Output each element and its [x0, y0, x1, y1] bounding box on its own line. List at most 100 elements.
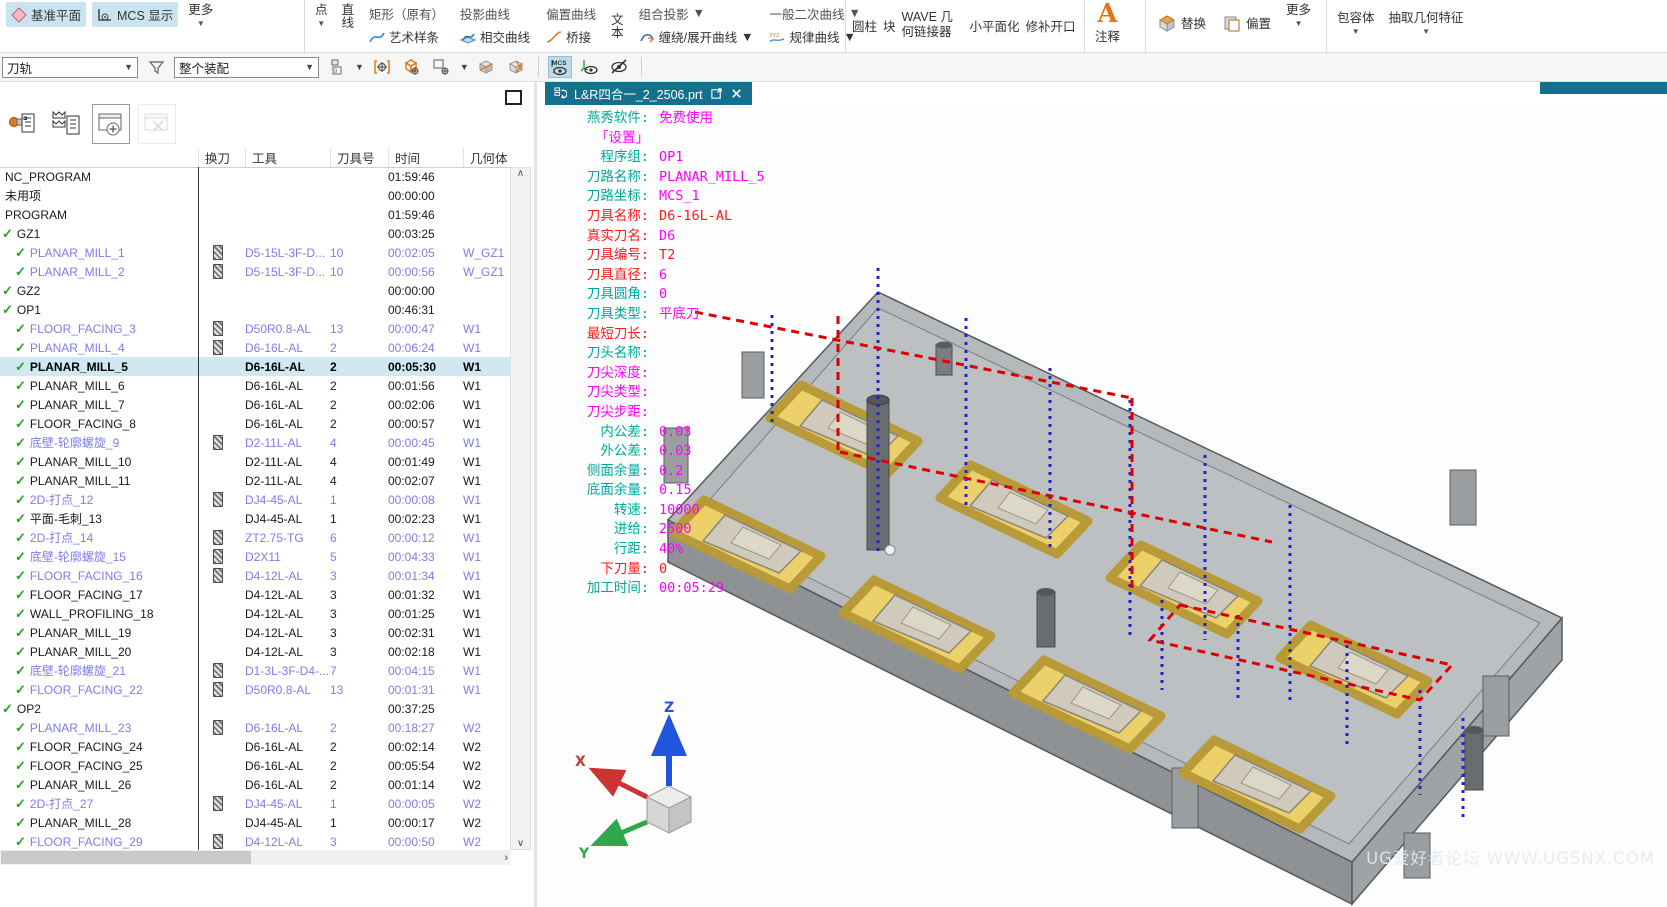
offset-region-button[interactable]: 偏置: [1217, 10, 1276, 35]
expand-dialog-button[interactable]: [92, 104, 130, 144]
chevron-down-icon[interactable]: ▼: [460, 62, 469, 72]
path-display-filter-combo[interactable]: 刀轨▼: [2, 57, 138, 78]
program-order-view-button[interactable]: [48, 104, 84, 142]
operation-name-cell[interactable]: ✓ FLOOR_FACING_3: [0, 321, 198, 337]
operation-row[interactable]: ✓ PLANAR_MILL_7 D6-16L-AL 2 00:02:06 W1: [0, 395, 510, 414]
hide-button[interactable]: [608, 56, 632, 78]
operation-row[interactable]: ✓ 2D-打点_27 DJ4-45-AL 1 00:00:05 W2: [0, 794, 510, 813]
operation-name-cell[interactable]: ✓ 底壁-轮廓螺旋_15: [0, 548, 198, 565]
geometry-column-header[interactable]: 几何体: [463, 148, 510, 167]
operation-row[interactable]: ✓ PLANAR_MILL_11 D2-11L-AL 4 00:02:07 W1: [0, 471, 510, 490]
scroll-right-icon[interactable]: ›: [504, 852, 508, 864]
show-csys-button[interactable]: [578, 56, 602, 78]
operation-name-cell[interactable]: ✓ 底壁-轮廓螺旋_9: [0, 434, 198, 451]
name-column-header[interactable]: [0, 148, 198, 167]
selection-scope-combo[interactable]: 整个装配▼: [174, 57, 319, 78]
enable-snap-button[interactable]: [370, 56, 394, 78]
replace-face-button[interactable]: 替换: [1152, 10, 1211, 35]
operation-row[interactable]: ✓ PLANAR_MILL_5 D6-16L-AL 2 00:05:30 W1: [0, 357, 510, 376]
sync-more-button[interactable]: 更多▼: [1282, 2, 1315, 32]
filter-reset-button[interactable]: [144, 56, 168, 78]
operation-row[interactable]: ✓ PLANAR_MILL_10 D2-11L-AL 4 00:01:49 W1: [0, 452, 510, 471]
operation-row[interactable]: ✓ FLOOR_FACING_17 D4-12L-AL 3 00:01:32 W…: [0, 585, 510, 604]
point-on-face-button[interactable]: [430, 56, 454, 78]
scroll-down-icon[interactable]: ∨: [517, 838, 524, 849]
operation-name-cell[interactable]: ✓ 2D-打点_27: [0, 795, 198, 812]
operation-name-cell[interactable]: ✓ FLOOR_FACING_22: [0, 682, 198, 698]
operation-name-cell[interactable]: ✓ GZ1: [0, 226, 198, 242]
intersect-curve-button[interactable]: 相交曲线: [455, 24, 535, 49]
operation-row[interactable]: ✓ WALL_PROFILING_18 D4-12L-AL 3 00:01:25…: [0, 604, 510, 623]
operation-name-cell[interactable]: ✓ OP2: [0, 701, 198, 717]
shaded-view-button[interactable]: [475, 56, 499, 78]
vertical-scrollbar[interactable]: ∧∨: [510, 167, 531, 850]
operation-row[interactable]: ✓ FLOOR_FACING_3 D50R0.8-AL 13 00:00:47 …: [0, 319, 510, 338]
operation-row[interactable]: ✓ GZ1 00:03:25: [0, 224, 510, 243]
operation-name-cell[interactable]: ✓ 2D-打点_14: [0, 529, 198, 546]
wave-linker-button[interactable]: WAVE 几何链接器: [902, 2, 964, 40]
operation-name-cell[interactable]: ✓ PLANAR_MILL_28: [0, 815, 198, 831]
operation-name-cell[interactable]: ✓ PLANAR_MILL_2: [0, 264, 198, 280]
patch-opening-button[interactable]: 修补开口: [1026, 2, 1076, 35]
close-dialog-button[interactable]: [138, 104, 176, 144]
operation-row[interactable]: ✓ OP2 00:37:25: [0, 699, 510, 718]
facet-button[interactable]: 小平面化: [970, 2, 1020, 35]
show-mcs-button[interactable]: MCS: [548, 56, 572, 78]
bounding-body-button[interactable]: 包容体▼: [1333, 10, 1379, 40]
block-button[interactable]: 块: [883, 2, 896, 35]
scroll-up-icon[interactable]: ∧: [517, 168, 524, 179]
operation-name-cell[interactable]: ✓ FLOOR_FACING_17: [0, 587, 198, 603]
scrollbar-thumb[interactable]: [1, 851, 251, 864]
operation-name-cell[interactable]: ✓ FLOOR_FACING_24: [0, 739, 198, 755]
operation-name-cell[interactable]: ✓ 底壁-轮廓螺旋_21: [0, 662, 198, 679]
operation-name-cell[interactable]: ✓ OP1: [0, 302, 198, 318]
operation-row[interactable]: ✓ PLANAR_MILL_2 D5-15L-3F-D... 10 00:00:…: [0, 262, 510, 281]
operation-row[interactable]: ✓ PLANAR_MILL_26 D6-16L-AL 2 00:01:14 W2: [0, 775, 510, 794]
snap-point-button[interactable]: 9: [325, 56, 349, 78]
operation-row[interactable]: ✓ FLOOR_FACING_29 D4-12L-AL 3 00:00:50 W…: [0, 832, 510, 851]
wcs-dynamics-button[interactable]: [400, 56, 424, 78]
operation-row[interactable]: ✓ 底壁-轮廓螺旋_15 D2X11 5 00:04:33 W1: [0, 547, 510, 566]
studio-spline-button[interactable]: 艺术样条: [364, 24, 449, 49]
operation-name-cell[interactable]: ✓ PLANAR_MILL_1: [0, 245, 198, 261]
rect-legacy-button[interactable]: 矩形（原有）: [364, 2, 449, 24]
operation-row[interactable]: ✓ 底壁-轮廓螺旋_9 D2-11L-AL 4 00:00:45 W1: [0, 433, 510, 452]
navigator-window-button[interactable]: [505, 90, 522, 105]
chevron-down-icon[interactable]: ▼: [355, 62, 364, 72]
operation-name-cell[interactable]: ✓ PLANAR_MILL_10: [0, 454, 198, 470]
operation-row[interactable]: ✓ 2D-打点_14 ZT2.75-TG 6 00:00:12 W1: [0, 528, 510, 547]
wireframe-view-button[interactable]: [505, 56, 529, 78]
operation-row[interactable]: ✓ 平面-毛刺_13 DJ4-45-AL 1 00:02:23 W1: [0, 509, 510, 528]
point-button[interactable]: 点▼: [311, 2, 332, 32]
operation-row[interactable]: ✓ PLANAR_MILL_28 DJ4-45-AL 1 00:00:17 W2: [0, 813, 510, 832]
operation-name-cell[interactable]: ✓ PLANAR_MILL_7: [0, 397, 198, 413]
wrap-curve-button[interactable]: 缠绕/展开曲线 ▼: [634, 24, 759, 49]
operation-row[interactable]: ✓ PLANAR_MILL_1 D5-15L-3F-D... 10 00:02:…: [0, 243, 510, 262]
graphics-viewport[interactable]: L&R四合一_2_2506.prt: [537, 82, 1667, 907]
operation-name-cell[interactable]: ✓ PLANAR_MILL_19: [0, 625, 198, 641]
tool-column-header[interactable]: 工具: [245, 148, 330, 167]
time-column-header[interactable]: 时间: [388, 148, 463, 167]
coordinate-triad[interactable]: Z X Y: [567, 682, 747, 862]
operation-row[interactable]: ✓ FLOOR_FACING_22 D50R0.8-AL 13 00:01:31…: [0, 680, 510, 699]
operation-name-cell[interactable]: ✓ PLANAR_MILL_26: [0, 777, 198, 793]
cylinder-button[interactable]: 圆柱: [852, 2, 877, 35]
operation-name-cell[interactable]: ✓ 2D-打点_12: [0, 491, 198, 508]
horizontal-scrollbar[interactable]: ›: [0, 850, 510, 865]
operation-row[interactable]: ✓ FLOOR_FACING_24 D6-16L-AL 2 00:02:14 W…: [0, 737, 510, 756]
operation-name-cell[interactable]: ✓ FLOOR_FACING_8: [0, 416, 198, 432]
operation-row[interactable]: ✓ FLOOR_FACING_16 D4-12L-AL 3 00:01:34 W…: [0, 566, 510, 585]
project-curve-button[interactable]: 投影曲线: [455, 2, 535, 24]
datum-plane-button[interactable]: 基准平面: [6, 2, 86, 27]
line-button[interactable]: 直线: [338, 2, 359, 32]
operation-row[interactable]: ✓ FLOOR_FACING_25 D6-16L-AL 2 00:05:54 W…: [0, 756, 510, 775]
combined-projection-button[interactable]: 组合投影 ▼: [634, 2, 759, 24]
operation-row[interactable]: ✓ FLOOR_FACING_8 D6-16L-AL 2 00:00:57 W1: [0, 414, 510, 433]
operation-name-cell[interactable]: ✓ PROGRAM: [0, 208, 198, 222]
operation-name-cell[interactable]: ✓ FLOOR_FACING_29: [0, 834, 198, 850]
operation-row[interactable]: ✓ PROGRAM 01:59:46: [0, 205, 510, 224]
operation-name-cell[interactable]: ✓ WALL_PROFILING_18: [0, 606, 198, 622]
operation-row[interactable]: ✓ PLANAR_MILL_6 D6-16L-AL 2 00:01:56 W1: [0, 376, 510, 395]
text-button[interactable]: 文本: [607, 12, 628, 42]
operation-name-cell[interactable]: ✓ PLANAR_MILL_6: [0, 378, 198, 394]
